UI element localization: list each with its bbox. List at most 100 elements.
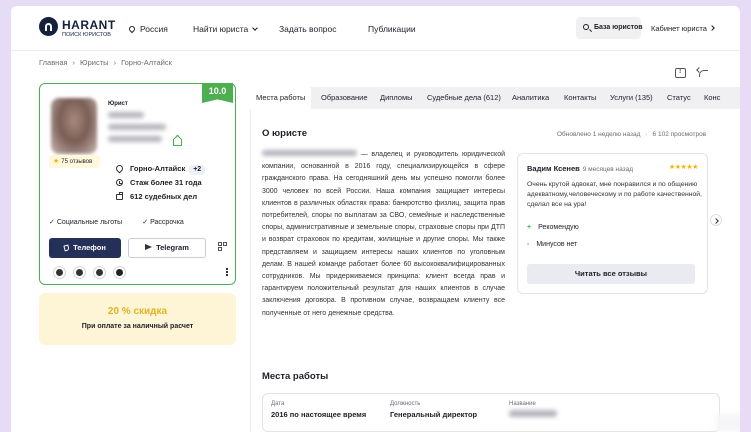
page-frame: HARANT ПОИСК ЮРИСТОВ Россия Найти юриста… [11, 6, 740, 432]
views-count: 6 102 просмотров [652, 131, 707, 138]
tab-consultations[interactable]: Конс [704, 87, 720, 109]
lawyer-base-label: База юристов [594, 24, 643, 31]
fact-experience: Стаж более 31 года [116, 178, 205, 190]
nav-find-lawyer[interactable]: Найти юриста [193, 24, 259, 34]
nav-find-lawyer-label: Найти юриста [193, 24, 249, 34]
profile-tabs: Места работы Образование Дипломы Судебны… [250, 87, 740, 109]
breadcrumb-separator: › [113, 58, 117, 67]
breadcrumb-lawyers[interactable]: Юристы [80, 58, 109, 67]
more-cities-badge[interactable]: +2 [189, 165, 206, 175]
phone-button[interactable]: Телефон [49, 238, 121, 258]
telegram-button-label: Telegram [156, 243, 189, 252]
tab-education[interactable]: Образование [321, 87, 368, 109]
chevron-right-icon[interactable] [710, 214, 722, 226]
more-options-icon[interactable] [226, 268, 228, 270]
fact-cases: 612 судебных дел [116, 192, 205, 204]
workplace-row: Дата 2016 по настоящее время Должность Г… [262, 393, 720, 432]
profile-main: О юристе Обновлено 1 неделю назад · 6 102 … [250, 109, 740, 432]
search-icon [583, 24, 589, 30]
workplaces-title: Места работы [262, 371, 329, 382]
briefcase-icon [116, 192, 123, 200]
breadcrumb-separator: › [72, 58, 76, 67]
review-pros-text: Рекомендую [538, 224, 579, 231]
review-text: Очень крутой адвокат, мне понравился и п… [527, 181, 702, 208]
benefit-label: Социальные льготы [56, 219, 123, 226]
minus-sign: - [527, 241, 530, 248]
site-header: HARANT ПОИСК ЮРИСТОВ Россия Найти юриста… [11, 6, 740, 51]
benefit-label: Рассрочка [150, 219, 184, 226]
lawyer-cabinet-link[interactable]: Кабинет юриста [651, 24, 714, 33]
read-all-reviews-button[interactable]: Читать все отзывы [527, 264, 695, 284]
logo-title[interactable]: HARANT [62, 18, 116, 32]
about-title: О юристе [262, 128, 308, 139]
avatar [51, 98, 97, 154]
review-cons: - Минусов нет [527, 241, 577, 248]
breadcrumb-home[interactable]: Главная [39, 58, 68, 67]
lawyer-name-blurred [108, 112, 144, 118]
telegram-button[interactable]: Telegram [128, 238, 206, 258]
region-label: Россия [140, 24, 168, 34]
updated-label: Обновлено 1 неделю назад [557, 131, 641, 138]
whatsapp-icon[interactable] [53, 266, 66, 279]
position-label: Должность [390, 401, 421, 407]
nav-publications[interactable]: Публикации [368, 24, 416, 34]
clock-icon [116, 179, 123, 186]
separator-dot: · [645, 131, 648, 138]
city-label: Горно-Алтайск [130, 164, 186, 173]
phone-icon [63, 244, 70, 252]
tab-contacts[interactable]: Контакты [564, 87, 596, 109]
region-selector[interactable]: Россия [127, 24, 168, 34]
review-author-name: Вадим Ксенев [527, 164, 580, 173]
lawyer-profile-card: 10.0 Юрист ★ 75 отзывов Горно-Алтайск +2 С… [39, 83, 236, 285]
tab-analytics[interactable]: Аналитика [512, 87, 549, 109]
phone-button-label: Телефон [73, 243, 106, 252]
tab-diplomas[interactable]: Дипломы [380, 87, 413, 109]
review-pros: + Рекомендую [527, 224, 579, 231]
plus-icon[interactable] [113, 266, 126, 279]
lawyer-name-blurred [108, 136, 162, 142]
rating-score-badge: 10.0 [202, 83, 233, 103]
position-value: Генеральный директор [390, 410, 478, 419]
benefits: ✓ Социальные льготы ✓ Рассрочка [49, 218, 204, 226]
breadcrumb: Главная › Юристы › Горно-Алтайск [39, 58, 172, 67]
discount-percent: 20 % скидка [107, 306, 168, 317]
review-author: Вадим Ксенев 9 месяцев назад [527, 164, 633, 173]
plus-sign: + [527, 224, 532, 231]
crown-icon [173, 135, 182, 146]
reviews-count-badge[interactable]: ★ 75 отзывов [49, 155, 100, 168]
vk-icon[interactable] [93, 266, 106, 279]
tab-services[interactable]: Услуги (135) [610, 87, 653, 109]
name-label: Название [509, 401, 536, 407]
lawyer-role: Юрист [108, 101, 128, 107]
discount-banner: 20 % скидка При оплате за наличный расче… [39, 293, 236, 345]
report-icon[interactable] [675, 68, 686, 78]
chevron-down-icon [252, 25, 259, 31]
location-pin-icon [114, 163, 125, 174]
tab-workplaces[interactable]: Места работы [250, 87, 312, 109]
check-icon: ✓ [49, 219, 55, 226]
logo-icon[interactable] [39, 17, 58, 36]
discount-text: При оплате за наличный расчет [81, 323, 194, 330]
reviews-count: 75 отзывов [61, 159, 93, 165]
decorative-blur [716, 414, 740, 432]
benefit-item: ✓ Рассрочка [142, 219, 194, 226]
globe-icon[interactable] [73, 266, 86, 279]
breadcrumb-city[interactable]: Горно-Алтайск [121, 58, 172, 67]
review-card: Вадим Ксенев 9 месяцев назад ★★★★★ Очень … [517, 153, 708, 294]
tab-status[interactable]: Статус [667, 87, 691, 109]
qr-code-icon[interactable] [218, 242, 228, 252]
update-meta: Обновлено 1 неделю назад · 6 102 просмотро… [557, 131, 706, 138]
nav-ask-question[interactable]: Задать вопрос [279, 24, 337, 34]
star-icon: ★ [53, 158, 60, 165]
tab-court-cases[interactable]: Судебные дела (612) [427, 87, 501, 109]
workplace-name: Название [509, 401, 557, 419]
workplace-position: Должность Генеральный директор [390, 401, 477, 419]
name-value-blurred [509, 410, 557, 419]
lawyer-base-button[interactable]: База юристов [576, 17, 643, 39]
check-icon: ✓ [142, 219, 149, 226]
location-pin-icon [127, 24, 137, 34]
about-text-body: — владелец и руководитель юридической ко… [262, 151, 506, 317]
review-date: 9 месяцев назад [582, 166, 634, 173]
workplace-date: Дата 2016 по настоящее время [271, 401, 366, 419]
share-icon[interactable] [697, 68, 708, 78]
